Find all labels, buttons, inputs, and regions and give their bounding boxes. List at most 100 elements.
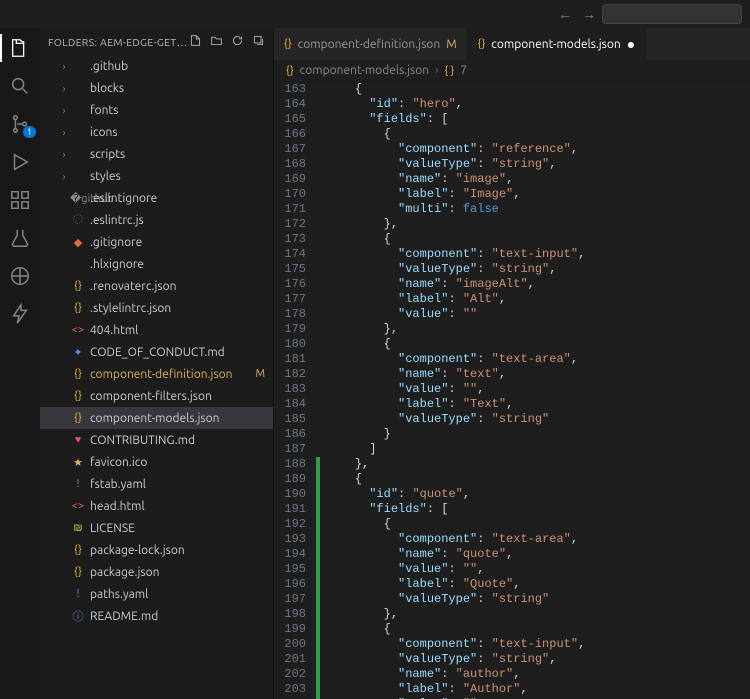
code-line[interactable]: 202 "name": "author", xyxy=(274,667,750,682)
line-content[interactable]: "value": "" xyxy=(320,307,477,322)
new-file-icon[interactable] xyxy=(189,34,202,49)
explorer-icon[interactable] xyxy=(8,36,32,60)
tree-file[interactable]: {}package.json xyxy=(40,561,273,583)
tree-file[interactable]: {}.renovaterc.json xyxy=(40,275,273,297)
line-content[interactable]: { xyxy=(320,472,362,487)
line-content[interactable]: }, xyxy=(320,607,398,622)
tree-file[interactable]: {}component-definition.jsonM xyxy=(40,363,273,385)
source-control-icon[interactable]: 1 xyxy=(8,112,32,136)
code-line[interactable]: 197 "valueType": "string" xyxy=(274,592,750,607)
line-content[interactable]: "name": "image", xyxy=(320,172,513,187)
line-content[interactable]: "value": "", xyxy=(320,382,484,397)
code-line[interactable]: 171 "multi": false xyxy=(274,202,750,217)
line-content[interactable]: { xyxy=(320,622,391,637)
code-line[interactable]: 169 "name": "image", xyxy=(274,172,750,187)
code-line[interactable]: 166 { xyxy=(274,127,750,142)
code-line[interactable]: 190 "id": "quote", xyxy=(274,487,750,502)
new-folder-icon[interactable] xyxy=(210,34,223,49)
tree-file[interactable]: ◆.gitignore xyxy=(40,231,273,253)
code-line[interactable]: 163 { xyxy=(274,82,750,97)
code-line[interactable]: 201 "valueType": "string", xyxy=(274,652,750,667)
code-line[interactable]: 183 "value": "", xyxy=(274,382,750,397)
tree-file[interactable]: !fstab.yaml xyxy=(40,473,273,495)
breadcrumb-segment[interactable]: 7 xyxy=(460,64,467,77)
thunder-icon[interactable] xyxy=(8,302,32,326)
code-line[interactable]: 184 "label": "Text", xyxy=(274,397,750,412)
code-line[interactable]: 174 "component": "text-input", xyxy=(274,247,750,262)
editor-tab[interactable]: {}component-models.json● xyxy=(468,28,647,60)
collapse-all-icon[interactable] xyxy=(252,34,265,49)
code-line[interactable]: 192 { xyxy=(274,517,750,532)
code-line[interactable]: 189 { xyxy=(274,472,750,487)
code-line[interactable]: 188 }, xyxy=(274,457,750,472)
breadcrumb-file[interactable]: component-models.json xyxy=(300,64,429,77)
tree-file[interactable]: !paths.yaml xyxy=(40,583,273,605)
line-content[interactable]: }, xyxy=(320,217,398,232)
line-content[interactable]: ] xyxy=(320,442,376,457)
testing-icon[interactable] xyxy=(8,226,32,250)
code-line[interactable]: 203 "label": "Author", xyxy=(274,682,750,697)
code-line[interactable]: 176 "name": "imageAlt", xyxy=(274,277,750,292)
line-content[interactable]: "name": "imageAlt", xyxy=(320,277,535,292)
code-line[interactable]: 181 "component": "text-area", xyxy=(274,352,750,367)
code-line[interactable]: 196 "label": "Quote", xyxy=(274,577,750,592)
line-content[interactable]: "multi": false xyxy=(320,202,499,217)
line-content[interactable]: "name": "quote", xyxy=(320,547,513,562)
code-line[interactable]: 179 }, xyxy=(274,322,750,337)
code-line[interactable]: 175 "valueType": "string", xyxy=(274,262,750,277)
code-line[interactable]: 187 ] xyxy=(274,442,750,457)
line-content[interactable]: "label": "Quote", xyxy=(320,577,520,592)
code-line[interactable]: 182 "name": "text", xyxy=(274,367,750,382)
command-center-search[interactable] xyxy=(602,4,742,24)
remote-icon[interactable] xyxy=(8,264,32,288)
line-content[interactable]: "fields": [ xyxy=(320,502,448,517)
line-content[interactable]: "valueType": "string", xyxy=(320,262,556,277)
line-content[interactable]: { xyxy=(320,127,391,142)
code-line[interactable]: 180 { xyxy=(274,337,750,352)
line-content[interactable]: }, xyxy=(320,322,398,337)
line-content[interactable]: }, xyxy=(320,457,369,472)
line-content[interactable]: "valueType": "string" xyxy=(320,412,549,427)
line-content[interactable]: { xyxy=(320,517,391,532)
line-content[interactable]: "component": "text-input", xyxy=(320,247,585,262)
line-content[interactable]: "component": "reference", xyxy=(320,142,578,157)
tree-folder[interactable]: ›scripts xyxy=(40,143,273,165)
tree-file[interactable]: <>head.html xyxy=(40,495,273,517)
code-line[interactable]: 193 "component": "text-area", xyxy=(274,532,750,547)
line-content[interactable]: "valueType": "string", xyxy=(320,157,556,172)
code-line[interactable]: 164 "id": "hero", xyxy=(274,97,750,112)
extensions-icon[interactable] xyxy=(8,188,32,212)
nav-back-icon[interactable]: ← xyxy=(558,6,572,22)
code-line[interactable]: 168 "valueType": "string", xyxy=(274,157,750,172)
run-debug-icon[interactable] xyxy=(8,150,32,174)
line-content[interactable]: { xyxy=(320,232,391,247)
tree-file[interactable]: .hlxignore xyxy=(40,253,273,275)
tree-file[interactable]: ✦CODE_OF_CONDUCT.md xyxy=(40,341,273,363)
tree-file[interactable]: {}package-lock.json xyxy=(40,539,273,561)
line-content[interactable]: "label": "Alt", xyxy=(320,292,506,307)
code-line[interactable]: 198 }, xyxy=(274,607,750,622)
code-line[interactable]: 178 "value": "" xyxy=(274,307,750,322)
code-line[interactable]: 199 { xyxy=(274,622,750,637)
tree-file[interactable]: <>404.html xyxy=(40,319,273,341)
tree-folder[interactable]: ›fonts xyxy=(40,99,273,121)
tree-file[interactable]: {}component-filters.json xyxy=(40,385,273,407)
tree-file[interactable]: ₪LICENSE xyxy=(40,517,273,539)
tree-file[interactable]: �github.eslintignore xyxy=(40,187,273,209)
editor-tab[interactable]: {}component-definition.jsonM xyxy=(274,28,468,60)
file-tree[interactable]: ›.github›blocks›fonts›icons›scripts›styl… xyxy=(40,55,273,699)
line-content[interactable]: "component": "text-area", xyxy=(320,352,578,367)
tree-file[interactable]: ◌.eslintrc.js xyxy=(40,209,273,231)
code-line[interactable]: 191 "fields": [ xyxy=(274,502,750,517)
tree-file[interactable]: ♥CONTRIBUTING.md xyxy=(40,429,273,451)
line-content[interactable]: "label": "Image", xyxy=(320,187,520,202)
line-content[interactable]: } xyxy=(320,427,391,442)
nav-forward-icon[interactable]: → xyxy=(582,6,596,22)
line-content[interactable]: { xyxy=(320,82,362,97)
line-content[interactable]: "name": "author", xyxy=(320,667,520,682)
code-line[interactable]: 173 { xyxy=(274,232,750,247)
line-content[interactable]: "component": "text-area", xyxy=(320,532,578,547)
tree-file[interactable]: {}component-models.json xyxy=(40,407,273,429)
code-line[interactable]: 194 "name": "quote", xyxy=(274,547,750,562)
line-content[interactable]: "component": "text-input", xyxy=(320,637,585,652)
